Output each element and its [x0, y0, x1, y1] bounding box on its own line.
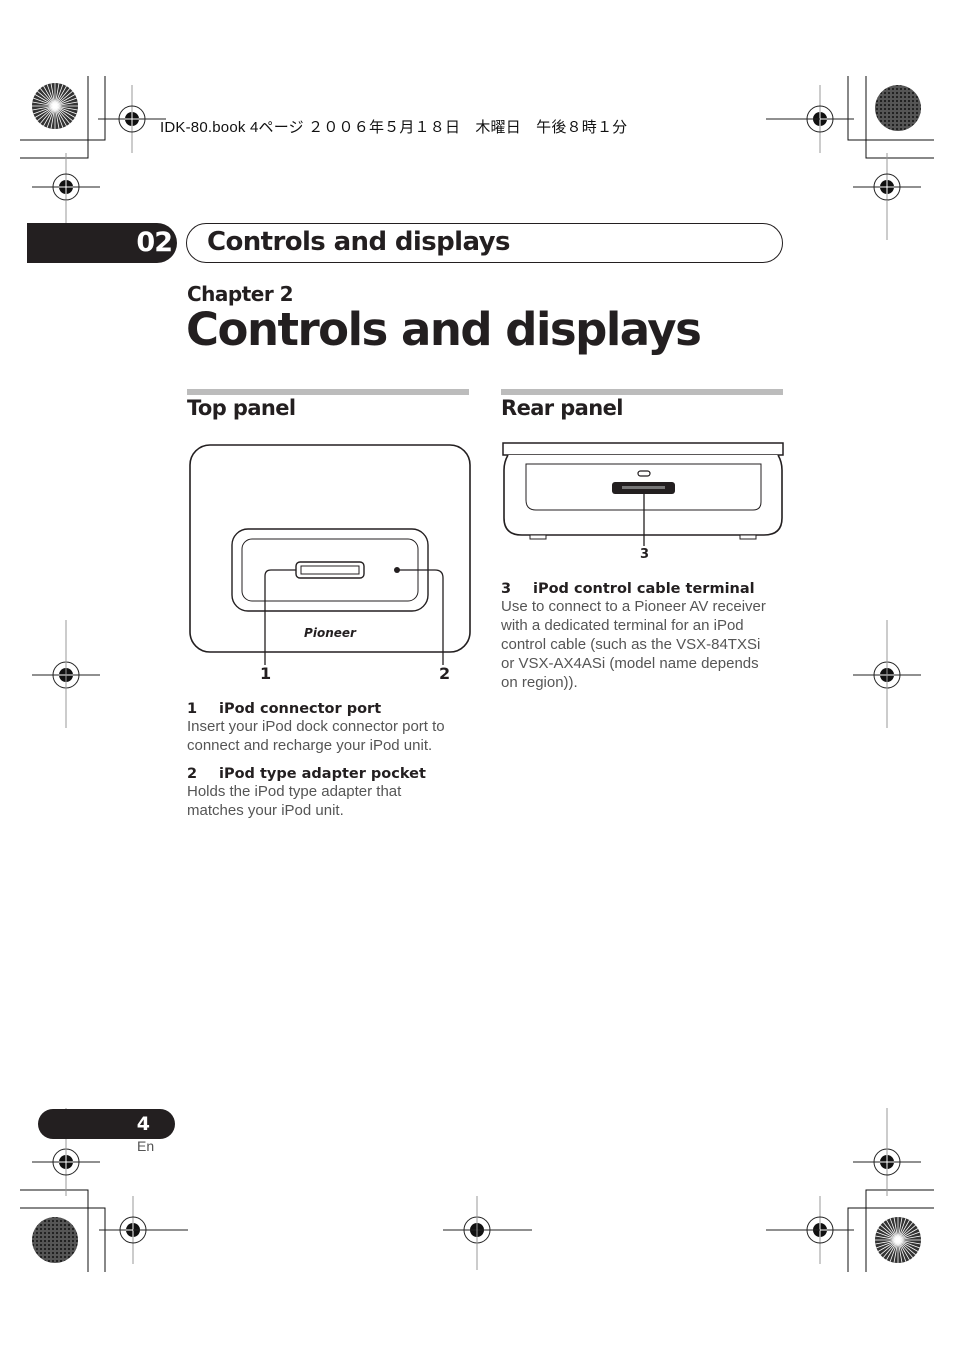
item-description: Holds the iPod type adapter that matches…: [187, 783, 402, 819]
starburst-target-bottom-right: [875, 1217, 921, 1263]
item-1: 1 iPod connector port Insert your iPod do…: [187, 701, 477, 755]
item-heading: 3 iPod control cable terminal: [501, 581, 755, 597]
starburst-target-top-left: [32, 83, 78, 129]
section-title-top-panel: Top panel: [187, 396, 296, 420]
dock-lid: [502, 442, 784, 456]
rear-panel-figure: [502, 442, 784, 546]
item-heading: 2 iPod type adapter pocket: [187, 766, 426, 782]
starburst-target-bottom-left: [32, 1217, 78, 1263]
page-title: Controls and displays: [186, 303, 702, 356]
pioneer-logo: Pioneer: [304, 626, 357, 640]
section-title-rear-panel: Rear panel: [501, 396, 623, 420]
chapter-number: 02: [136, 227, 173, 258]
chapter-title: Controls and displays: [207, 227, 510, 257]
item-2: 2 iPod type adapter pocket Holds the iPod…: [187, 766, 477, 820]
language-code: En: [137, 1138, 155, 1154]
top-panel-figure: Pioneer: [189, 444, 471, 665]
starburst-target-top-right: [875, 85, 921, 131]
registration-mark: [97, 84, 167, 154]
folio-tab: [38, 1109, 175, 1139]
item-description: Use to connect to a Pioneer AV receiver …: [501, 598, 766, 691]
section-rule: [187, 389, 469, 395]
item-3: 3 iPod control cable terminal Use to conn…: [501, 581, 791, 692]
print-slug-header: IDK-80.book 4ページ ２００６年５月１８日 木曜日 午後８時１分: [160, 119, 628, 136]
callout-label-1: 1: [260, 664, 272, 683]
item-heading: 1 iPod connector port: [187, 701, 382, 717]
callout-label-3: 3: [640, 547, 650, 562]
callout-label-2: 2: [439, 664, 451, 683]
section-rule: [501, 389, 783, 395]
page-number: 4: [136, 1113, 150, 1135]
item-description: Insert your iPod dock connector port to …: [187, 718, 445, 754]
